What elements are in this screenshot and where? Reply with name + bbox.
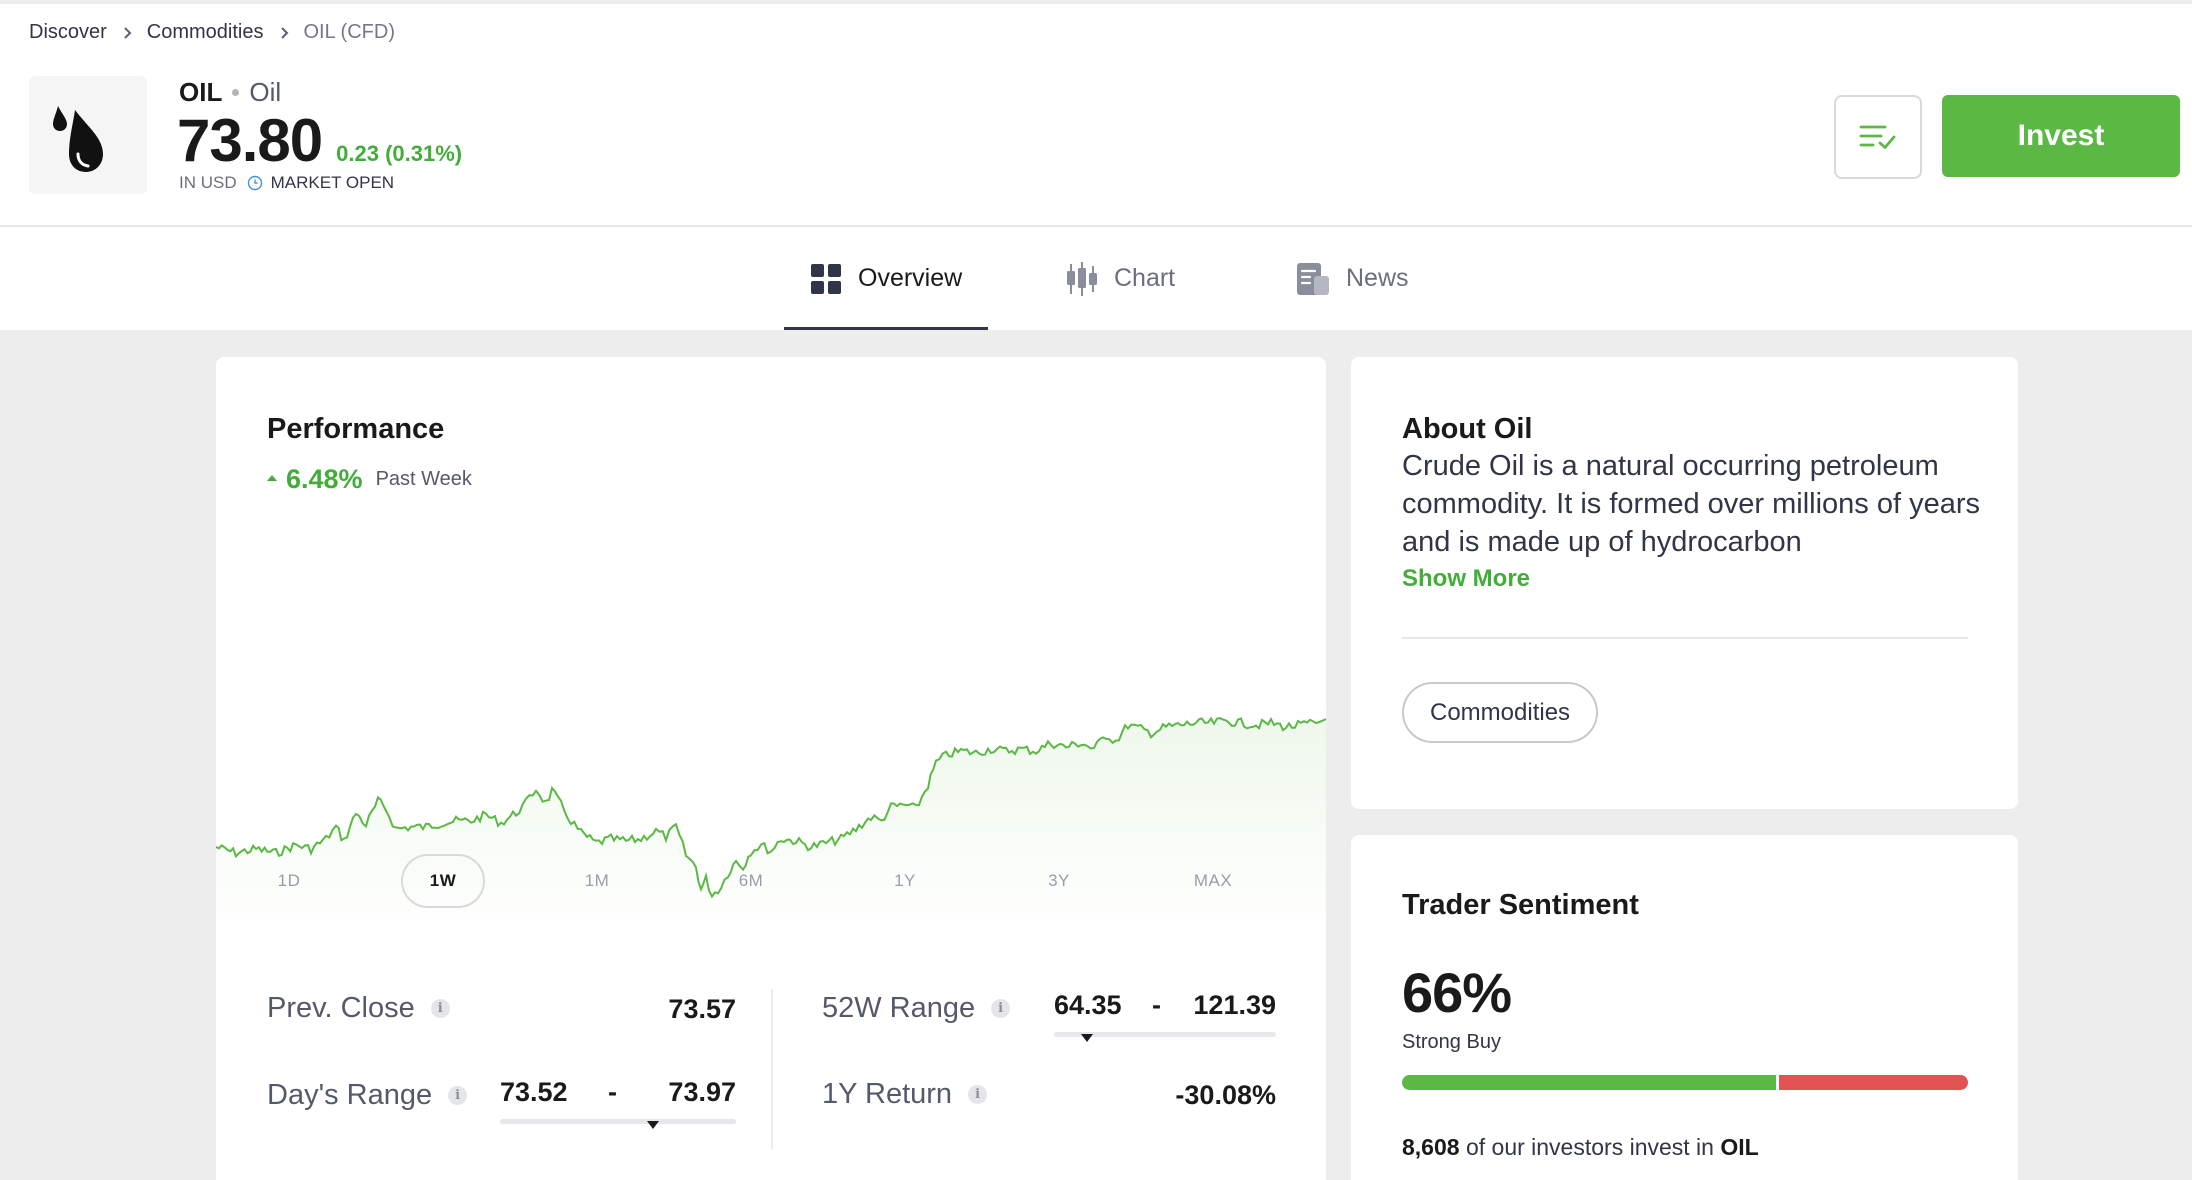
about-divider [1402,637,1968,639]
sentiment-bar-buy [1402,1075,1776,1090]
prev-close-value: 73.57 [668,994,736,1024]
days-range-slider: 73.52 - 73.97 [500,1077,736,1129]
info-icon[interactable]: i [968,1085,988,1104]
oil-drops-icon [53,106,103,172]
period-1w[interactable]: 1W [401,854,485,908]
breadcrumb-commodities[interactable]: Commodities [147,21,264,44]
return-1y-value: -30.08% [1175,1080,1276,1110]
range-52w-marker [1081,1034,1094,1042]
days-range-track [500,1119,736,1124]
days-range-low: 73.52 [500,1077,568,1107]
prev-close-label: Prev. Close i [267,992,450,1025]
investors-text: of our investors invest in [1465,1134,1714,1160]
chevron-right-icon [280,26,290,40]
stats-divider [771,989,773,1149]
info-icon[interactable]: i [430,999,450,1018]
tab-news-label: News [1346,264,1409,292]
category-chip-commodities[interactable]: Commodities [1402,682,1599,743]
chevron-right-icon [123,26,133,40]
range-52w-low: 64.35 [1054,990,1122,1020]
performance-card: Performance 6.48% Past Week 1D 1W 1M 6M 1Y 3Y… [216,357,1326,1180]
period-1m[interactable]: 1M [555,854,639,908]
range-52w-label: 52W Range i [822,992,1011,1025]
days-range-label: Day's Range i [267,1079,468,1112]
sentiment-title: Trader Sentiment [1402,889,1639,921]
tab-news[interactable]: News [1296,227,1409,330]
performance-change-label: Past Week [375,468,472,490]
performance-title: Performance [267,413,445,445]
instrument-name: Oil [249,77,282,107]
currency-label: IN USD [179,173,237,192]
watchlist-button[interactable] [1834,95,1922,179]
performance-change: 6.48% Past Week [267,464,472,495]
range-52w-high: 121.39 [1193,990,1276,1020]
days-range-dash: - [608,1077,617,1107]
news-icon [1296,262,1330,296]
info-icon[interactable]: i [991,999,1011,1018]
show-more-link[interactable]: Show More [1402,565,1530,593]
arrow-up-icon [267,475,277,481]
sentiment-label: Strong Buy [1402,1031,1501,1053]
days-range-high: 73.97 [668,1077,736,1107]
tab-chart-label: Chart [1114,264,1176,292]
period-max[interactable]: MAX [1171,854,1255,908]
market-meta: IN USD MARKET OPEN [179,173,394,193]
investors-symbol: OIL [1720,1134,1759,1160]
candlestick-icon [1066,261,1098,296]
sentiment-bar-sell [1778,1075,1968,1090]
sentiment-percent: 66% [1402,961,1512,1024]
trader-sentiment-card: Trader Sentiment 66% Strong Buy 8,608 of… [1351,835,2018,1180]
instrument-name-row: OIL Oil [179,77,281,108]
period-3y[interactable]: 3Y [1017,854,1101,908]
performance-change-pct: 6.48% [286,464,363,494]
breadcrumb-current: OIL (CFD) [303,21,395,43]
breadcrumb-discover[interactable]: Discover [29,21,107,44]
prev-close-label-text: Prev. Close [267,992,415,1024]
tab-overview[interactable]: Overview [783,227,989,330]
separator-dot [232,89,240,96]
return-1y-label-text: 1Y Return [822,1078,953,1110]
range-52w-slider: 64.35 - 121.39 [1054,990,1276,1042]
days-range-marker [647,1121,660,1129]
instrument-symbol: OIL [179,77,223,107]
about-card: About Oil Crude Oil is a natural occurri… [1351,357,2018,809]
instrument-logo [29,76,147,194]
sentiment-investors: 8,608 of our investors invest in OIL [1402,1134,1759,1161]
tab-chart[interactable]: Chart [1066,227,1175,330]
days-range-label-text: Day's Range [267,1079,433,1111]
period-6m[interactable]: 6M [709,854,793,908]
watchlist-check-icon [1859,125,1896,149]
market-status: MARKET OPEN [270,173,395,192]
breadcrumb: Discover Commodities OIL (CFD) [29,21,395,44]
period-1y[interactable]: 1Y [863,854,947,908]
clock-icon [247,175,263,191]
tab-bar: Overview Chart News [0,227,2192,330]
about-description: Crude Oil is a natural occurring petrole… [1402,450,1981,558]
about-title: About Oil [1402,413,1533,445]
grid-icon [810,263,842,295]
price-change: 0.23 (0.31%) [336,141,463,166]
instrument-price: 73.80 [177,107,323,174]
instrument-header: Discover Commodities OIL (CFD) OIL Oil 7… [0,0,2192,227]
tab-overview-label: Overview [858,264,963,292]
range-52w-label-text: 52W Range [822,992,976,1024]
return-1y-label: 1Y Return i [822,1078,988,1111]
period-selector: 1D 1W 1M 6M 1Y 3Y MAX [216,854,1326,910]
sentiment-bar [1402,1075,1968,1090]
price-row: 73.80 0.23 (0.31%) [177,106,462,175]
investors-count: 8,608 [1402,1134,1460,1160]
info-icon[interactable]: i [448,1086,468,1105]
period-1d[interactable]: 1D [247,854,331,908]
range-52w-dash: - [1152,990,1161,1020]
invest-button[interactable]: Invest [1942,95,2180,177]
